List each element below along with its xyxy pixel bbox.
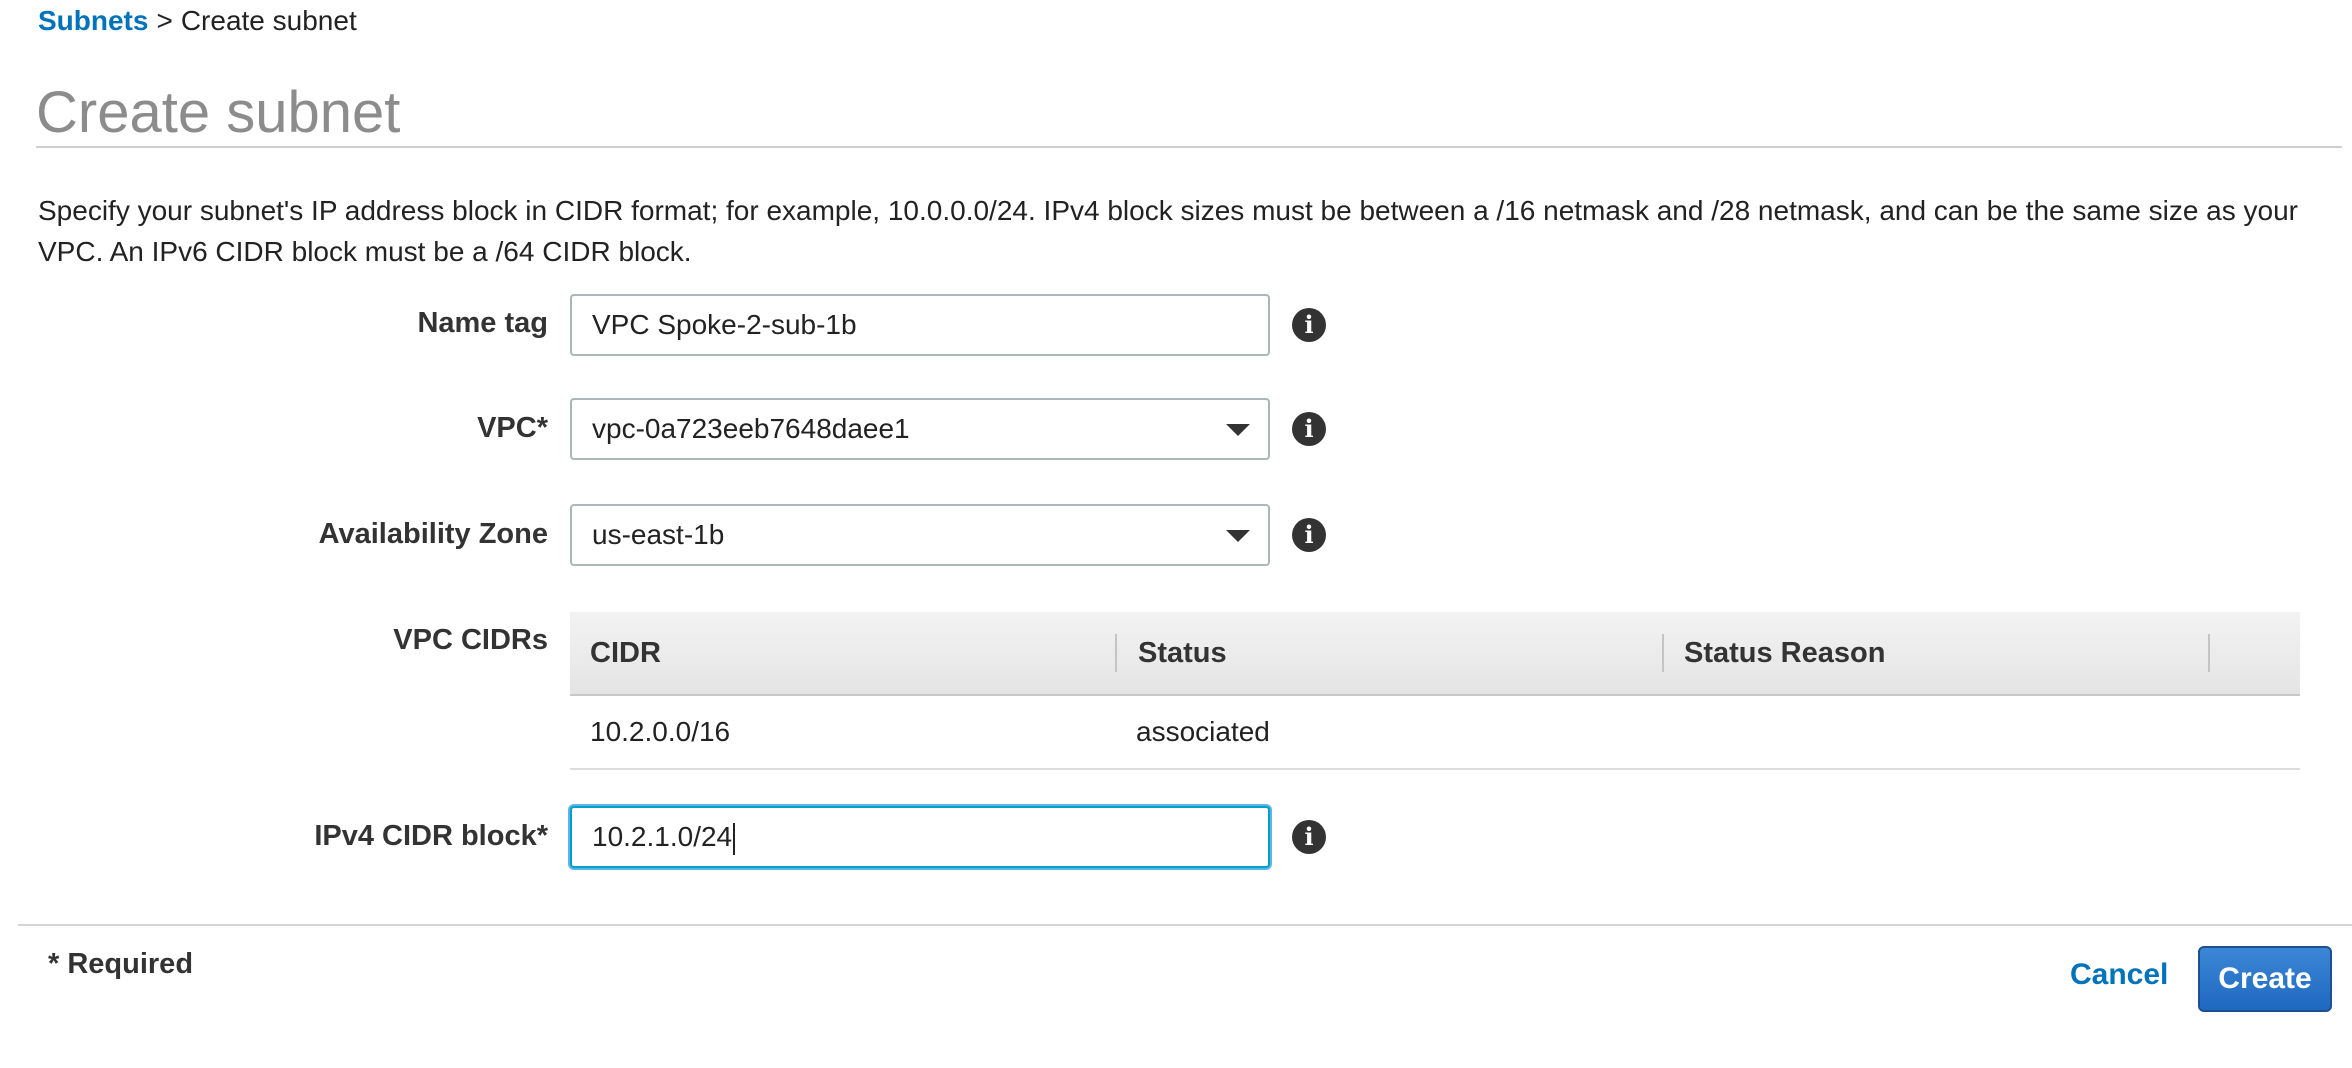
column-header-status[interactable]: Status — [1118, 612, 1227, 694]
footer-divider — [18, 924, 2352, 926]
vpc-info-icon[interactable]: i — [1292, 412, 1326, 446]
name-tag-input[interactable] — [570, 294, 1270, 356]
vpc-select-value: vpc-0a723eeb7648daee1 — [592, 413, 910, 444]
breadcrumb-current: Create subnet — [180, 5, 357, 36]
required-note: * Required — [48, 948, 194, 980]
cidr-cell: 10.2.0.0/16 — [590, 716, 731, 747]
chevron-down-icon — [1226, 424, 1250, 436]
vpc-cidrs-label: VPC CIDRs — [393, 624, 548, 656]
page-title: Create subnet — [36, 80, 401, 145]
availability-zone-info-icon[interactable]: i — [1292, 518, 1326, 552]
breadcrumb-separator: > — [156, 5, 173, 36]
vpc-label: VPC* — [477, 412, 548, 444]
ipv4-cidr-block-input[interactable]: 10.2.1.0/24 — [570, 806, 1270, 868]
column-header-cidr[interactable]: CIDR — [570, 612, 661, 694]
ipv4-cidr-block-info-icon[interactable]: i — [1292, 820, 1326, 854]
cancel-button[interactable]: Cancel — [2070, 958, 2168, 992]
column-divider[interactable] — [2208, 634, 2210, 672]
table-header: CIDR Status Status Reason — [570, 612, 2300, 696]
ipv4-cidr-block-label: IPv4 CIDR block* — [314, 820, 548, 852]
page-description: Specify your subnet's IP address block i… — [38, 195, 2299, 267]
availability-zone-select-value: us-east-1b — [592, 519, 725, 550]
breadcrumb: Subnets > Create subnet — [38, 4, 357, 38]
availability-zone-select[interactable]: us-east-1b — [570, 504, 1270, 566]
column-divider[interactable] — [1115, 634, 1117, 672]
text-cursor — [733, 822, 736, 855]
status-reason-cell — [1664, 696, 1684, 768]
table-row: 10.2.0.0/16 associated — [570, 696, 2300, 770]
create-button[interactable]: Create — [2198, 946, 2332, 1012]
chevron-down-icon — [1226, 530, 1250, 542]
vpc-select[interactable]: vpc-0a723eeb7648daee1 — [570, 398, 1270, 460]
status-cell: associated — [1136, 716, 1270, 747]
breadcrumb-subnets-link[interactable]: Subnets — [38, 5, 148, 36]
vpc-cidrs-table: CIDR Status Status Reason 10.2.0.0/16 as… — [570, 612, 2300, 770]
name-tag-info-icon[interactable]: i — [1292, 308, 1326, 342]
name-tag-label: Name tag — [417, 307, 548, 339]
ipv4-cidr-block-value: 10.2.1.0/24 — [592, 821, 733, 852]
create-subnet-page: Subnets > Create subnet Create subnet Spec… — [0, 0, 2352, 1068]
availability-zone-label: Availability Zone — [318, 518, 548, 550]
column-header-status-reason[interactable]: Status Reason — [1664, 612, 1885, 694]
title-divider — [36, 146, 2342, 148]
